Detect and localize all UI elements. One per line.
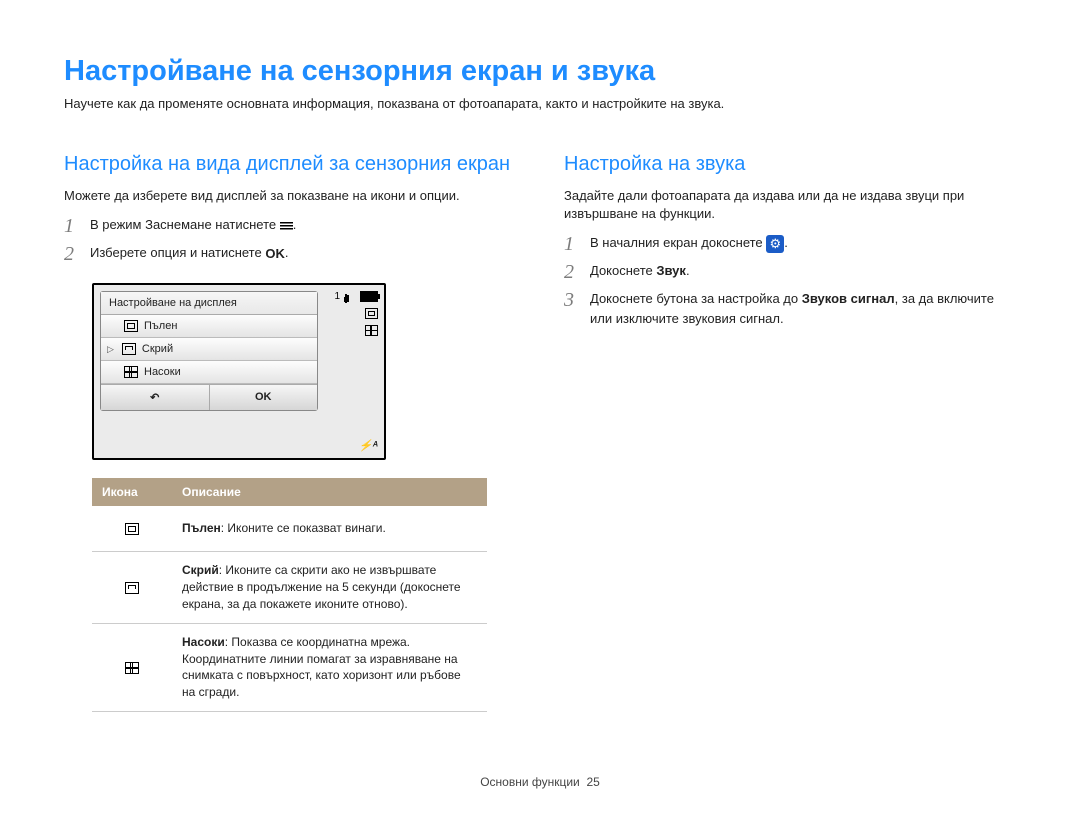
table-row: Насоки: Показва се координатна мрежа. Ко… [92,623,487,711]
step-text: Докоснете бутона за настройка до [590,291,802,306]
right-column: Настройка на звука Задайте дали фотоапар… [564,151,1016,712]
menu-item-label: Скрий [142,343,173,355]
right-step-3: 3 Докоснете бутона за настройка до Звуко… [564,289,1016,328]
row-title: Пълен [182,521,221,535]
left-step-2: 2 Изберете опция и натиснете OK. [64,243,516,265]
camera-screenshot: Настройване на дисплея Пълен Скрий Насок… [92,283,386,460]
step-number: 2 [564,261,580,283]
left-steps: 1 В режим Заснемане натиснете . 2 Избере… [64,215,516,265]
left-column: Настройка на вида дисплей за сензорния е… [64,151,516,712]
menu-item-full[interactable]: Пълен [101,315,317,338]
menu-icon [280,220,293,231]
right-step-1: 1 В началния екран докоснете ⚙. [564,233,1016,255]
shot-counter: 1 [334,291,340,302]
back-button[interactable]: ↶ [101,385,210,410]
display-menu: Настройване на дисплея Пълен Скрий Насок… [100,291,318,411]
grid-icon [124,366,138,378]
ok-icon: OK [265,244,285,264]
page-title: Настройване на сензорния екран и звука [64,55,1016,88]
left-intro: Можете да изберете вид дисплей за показв… [64,187,516,205]
status-bar: 1 [334,291,378,336]
step-text-post: . [293,217,297,232]
right-intro: Задайте дали фотоапарата да издава или д… [564,187,1016,223]
battery-icon [360,291,378,302]
step-number: 2 [64,243,80,265]
step-text-post: . [285,245,289,260]
page-footer: Основни функции 25 [0,775,1080,789]
row-desc: : Показва се координатна мрежа. Координа… [182,635,461,699]
footer-page-number: 25 [586,775,599,789]
page-subtitle: Научете как да променяте основната инфор… [64,96,1016,111]
step-text: Изберете опция и натиснете [90,245,265,260]
grid-icon [125,662,139,674]
gear-icon: ⚙ [766,235,784,253]
step-number: 1 [564,233,580,255]
step-number: 1 [64,215,80,237]
menu-title: Настройване на дисплея [101,292,317,315]
step-text-post: . [784,235,788,250]
row-desc: : Иконите се показват винаги. [221,521,386,535]
right-heading: Настройка на звука [564,151,1016,177]
right-step-2: 2 Докоснете Звук. [564,261,1016,283]
hide-icon [122,343,136,355]
menu-item-label: Насоки [144,366,181,378]
description-table: Икона Описание Пълен: Иконите се показва… [92,478,487,712]
bold-term: Звуков сигнал [802,291,895,306]
flash-indicator: ⚡ᴬ [359,439,378,452]
signal-icon [344,292,356,302]
display-mode-icon [365,308,378,319]
menu-item-label: Пълен [144,320,177,332]
ok-button[interactable]: OK [210,385,318,410]
left-heading: Настройка на вида дисплей за сензорния е… [64,151,516,177]
row-title: Насоки [182,635,225,649]
menu-item-guides[interactable]: Насоки [101,361,317,384]
step-text-post: . [686,263,690,278]
menu-item-hide[interactable]: Скрий [101,338,317,361]
step-text: Докоснете [590,263,656,278]
row-title: Скрий [182,563,219,577]
full-icon [125,523,139,535]
left-step-1: 1 В режим Заснемане натиснете . [64,215,516,237]
grid-mode-icon [365,325,378,336]
footer-section: Основни функции [480,775,580,789]
table-header-icon: Икона [92,478,172,506]
table-row: Пълен: Иконите се показват винаги. [92,506,487,552]
hide-icon [125,582,139,594]
step-number: 3 [564,289,580,311]
right-steps: 1 В началния екран докоснете ⚙. 2 Докосн… [564,233,1016,328]
step-text: В режим Заснемане натиснете [90,217,280,232]
row-desc: : Иконите са скрити ако не извършвате де… [182,563,461,611]
step-text: В началния екран докоснете [590,235,766,250]
full-icon [124,320,138,332]
table-row: Скрий: Иконите са скрити ако не извършва… [92,552,487,623]
bold-term: Звук [656,263,686,278]
table-header-desc: Описание [172,478,487,506]
